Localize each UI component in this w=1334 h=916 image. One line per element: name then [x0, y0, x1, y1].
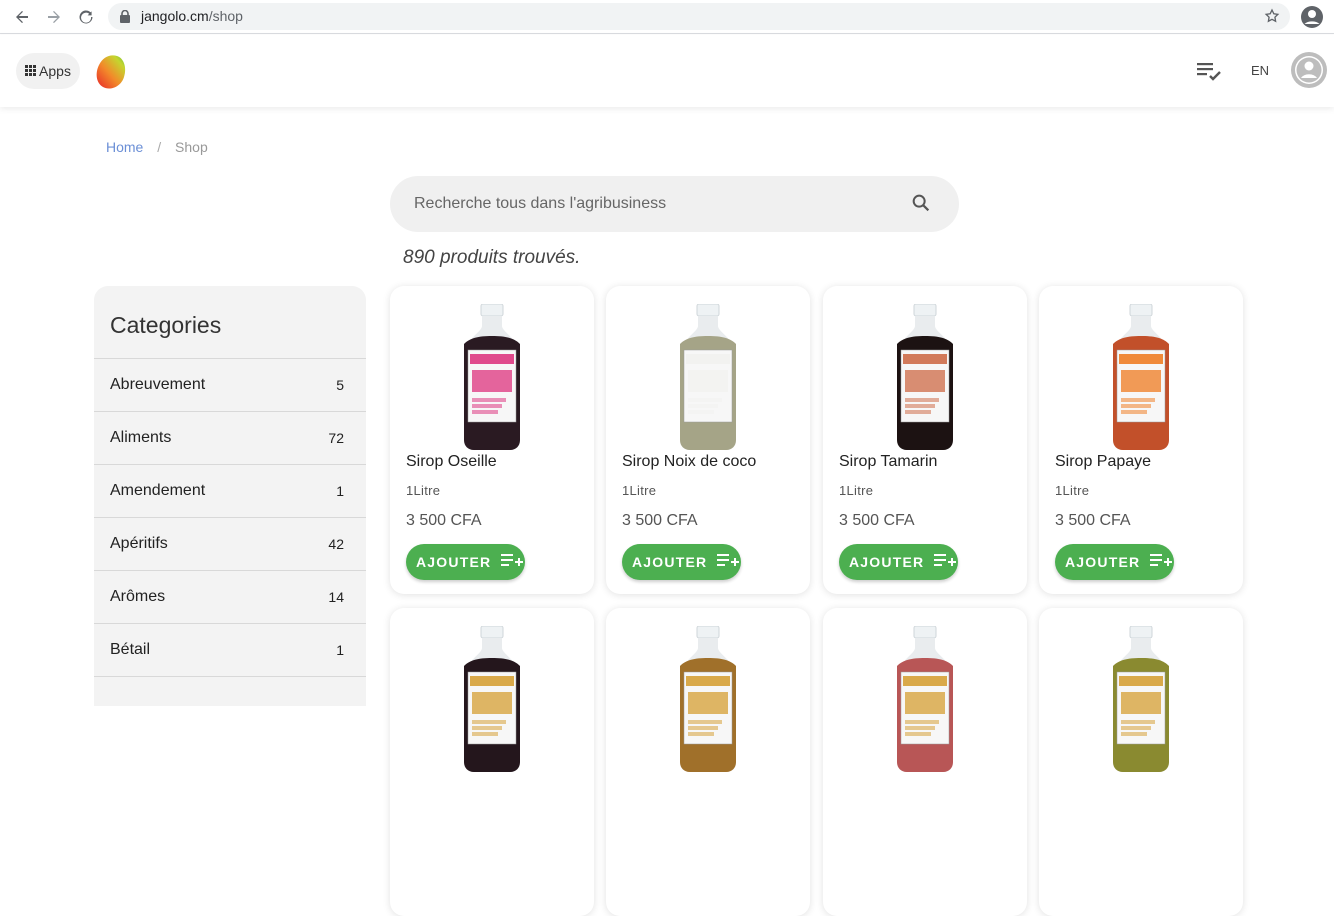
lock-icon: [120, 9, 130, 28]
category-count: 42: [328, 536, 344, 552]
category-item[interactable]: Aliments 72: [94, 411, 366, 464]
product-unit: 1Litre: [839, 483, 874, 498]
search-bar: [390, 176, 959, 232]
product-image: [452, 303, 532, 450]
product-price: 3 500 CFA: [839, 512, 915, 529]
category-item[interactable]: [94, 676, 366, 706]
bottle-illustration: [897, 625, 953, 772]
add-button-label: AJOUTER: [416, 554, 492, 570]
bottle-illustration: [464, 625, 520, 772]
playlist-add-icon: [934, 552, 957, 573]
account-icon[interactable]: [1291, 52, 1327, 88]
product-image: [885, 303, 965, 450]
product-image: [668, 303, 748, 450]
url-host: jangolo.cm: [141, 8, 209, 24]
product-name[interactable]: Sirop Papaye: [1055, 453, 1151, 471]
product-unit: 1Litre: [1055, 483, 1090, 498]
category-item[interactable]: Apéritifs 42: [94, 517, 366, 570]
search-input[interactable]: [414, 192, 894, 216]
mango-logo-icon[interactable]: [95, 53, 129, 91]
apps-label: Apps: [39, 63, 71, 79]
category-item[interactable]: Arômes 14: [94, 570, 366, 623]
category-item[interactable]: Amendement 1: [94, 464, 366, 517]
category-label: Abreuvement: [110, 376, 206, 393]
product-price: 3 500 CFA: [1055, 512, 1131, 529]
product-card[interactable]: Sirop Oseille 1Litre 3 500 CFA AJOUTER: [390, 286, 594, 594]
product-price: 3 500 CFA: [622, 512, 698, 529]
product-image: [452, 625, 532, 772]
apps-grid-icon: [25, 63, 37, 79]
category-label: Apéritifs: [110, 535, 168, 552]
add-button-label: AJOUTER: [1065, 554, 1141, 570]
product-unit: 1Litre: [622, 483, 657, 498]
category-label: Arômes: [110, 588, 166, 605]
category-count: 1: [336, 642, 344, 658]
product-unit: 1Litre: [406, 483, 441, 498]
back-icon[interactable]: [10, 5, 34, 29]
apps-button[interactable]: Apps: [16, 53, 80, 89]
product-name[interactable]: Sirop Oseille: [406, 453, 497, 471]
category-label: Bétail: [110, 641, 151, 658]
results-count: 890 produits trouvés.: [403, 247, 581, 268]
breadcrumb: Home / Shop: [106, 139, 208, 155]
product-image: [1101, 303, 1181, 450]
playlist-add-icon: [717, 552, 740, 573]
bottle-illustration: [1113, 303, 1169, 450]
product-card[interactable]: Sirop Noix de coco 1Litre 3 500 CFA AJOU…: [606, 286, 810, 594]
language-toggle[interactable]: EN: [1251, 63, 1269, 78]
product-name[interactable]: Sirop Tamarin: [839, 453, 937, 471]
product-card[interactable]: Sirop Papaye 1Litre 3 500 CFA AJOUTER: [1039, 286, 1243, 594]
category-label: Amendement: [110, 482, 206, 499]
forward-icon[interactable]: [42, 5, 66, 29]
product-name[interactable]: Sirop Noix de coco: [622, 453, 756, 471]
add-button-label: AJOUTER: [632, 554, 708, 570]
product-card[interactable]: Sirop Tamarin 1Litre 3 500 CFA AJOUTER: [823, 286, 1027, 594]
bookmark-star-icon[interactable]: [1264, 8, 1280, 29]
bottle-illustration: [680, 303, 736, 450]
add-to-cart-button[interactable]: AJOUTER: [839, 544, 958, 580]
address-bar[interactable]: jangolo.cm/shop: [108, 3, 1290, 30]
categories-panel: Categories Abreuvement 5 Aliments 72 Amend…: [94, 286, 366, 706]
categories-title: Categories: [110, 312, 222, 338]
product-image: [1101, 625, 1181, 772]
category-label: Aliments: [110, 429, 172, 446]
bottle-illustration: [680, 625, 736, 772]
url-text: jangolo.cm/shop: [141, 8, 243, 24]
category-count: 1: [336, 483, 344, 499]
category-count: 5: [336, 377, 344, 393]
breadcrumb-home[interactable]: Home: [106, 139, 143, 155]
product-price: 3 500 CFA: [406, 512, 482, 529]
product-image: [668, 625, 748, 772]
product-card[interactable]: [1039, 608, 1243, 916]
add-to-cart-button[interactable]: AJOUTER: [406, 544, 525, 580]
breadcrumb-separator: /: [157, 139, 162, 155]
add-button-label: AJOUTER: [849, 554, 925, 570]
bottle-illustration: [464, 303, 520, 450]
add-to-cart-button[interactable]: AJOUTER: [622, 544, 741, 580]
search-icon[interactable]: [910, 192, 932, 219]
categories-list: Abreuvement 5 Aliments 72 Amendement 1 Apér…: [94, 358, 366, 706]
browser-profile-icon[interactable]: [1300, 5, 1324, 29]
list-check-icon[interactable]: [1197, 59, 1225, 88]
product-card[interactable]: [606, 608, 810, 916]
category-count: 72: [328, 430, 344, 446]
app-header: Apps EN: [0, 35, 1334, 107]
url-path: /shop: [208, 8, 243, 24]
bottle-illustration: [897, 303, 953, 450]
product-image: [885, 625, 965, 772]
product-card[interactable]: [823, 608, 1027, 916]
add-to-cart-button[interactable]: AJOUTER: [1055, 544, 1174, 580]
reload-icon[interactable]: [74, 5, 98, 29]
bottle-illustration: [1113, 625, 1169, 772]
playlist-add-icon: [501, 552, 524, 573]
category-count: 14: [328, 589, 344, 605]
playlist-add-icon: [1150, 552, 1173, 573]
product-card[interactable]: [390, 608, 594, 916]
category-item[interactable]: Abreuvement 5: [94, 358, 366, 411]
category-item[interactable]: Bétail 1: [94, 623, 366, 676]
breadcrumb-current: Shop: [175, 139, 208, 155]
browser-toolbar: jangolo.cm/shop: [0, 0, 1334, 34]
